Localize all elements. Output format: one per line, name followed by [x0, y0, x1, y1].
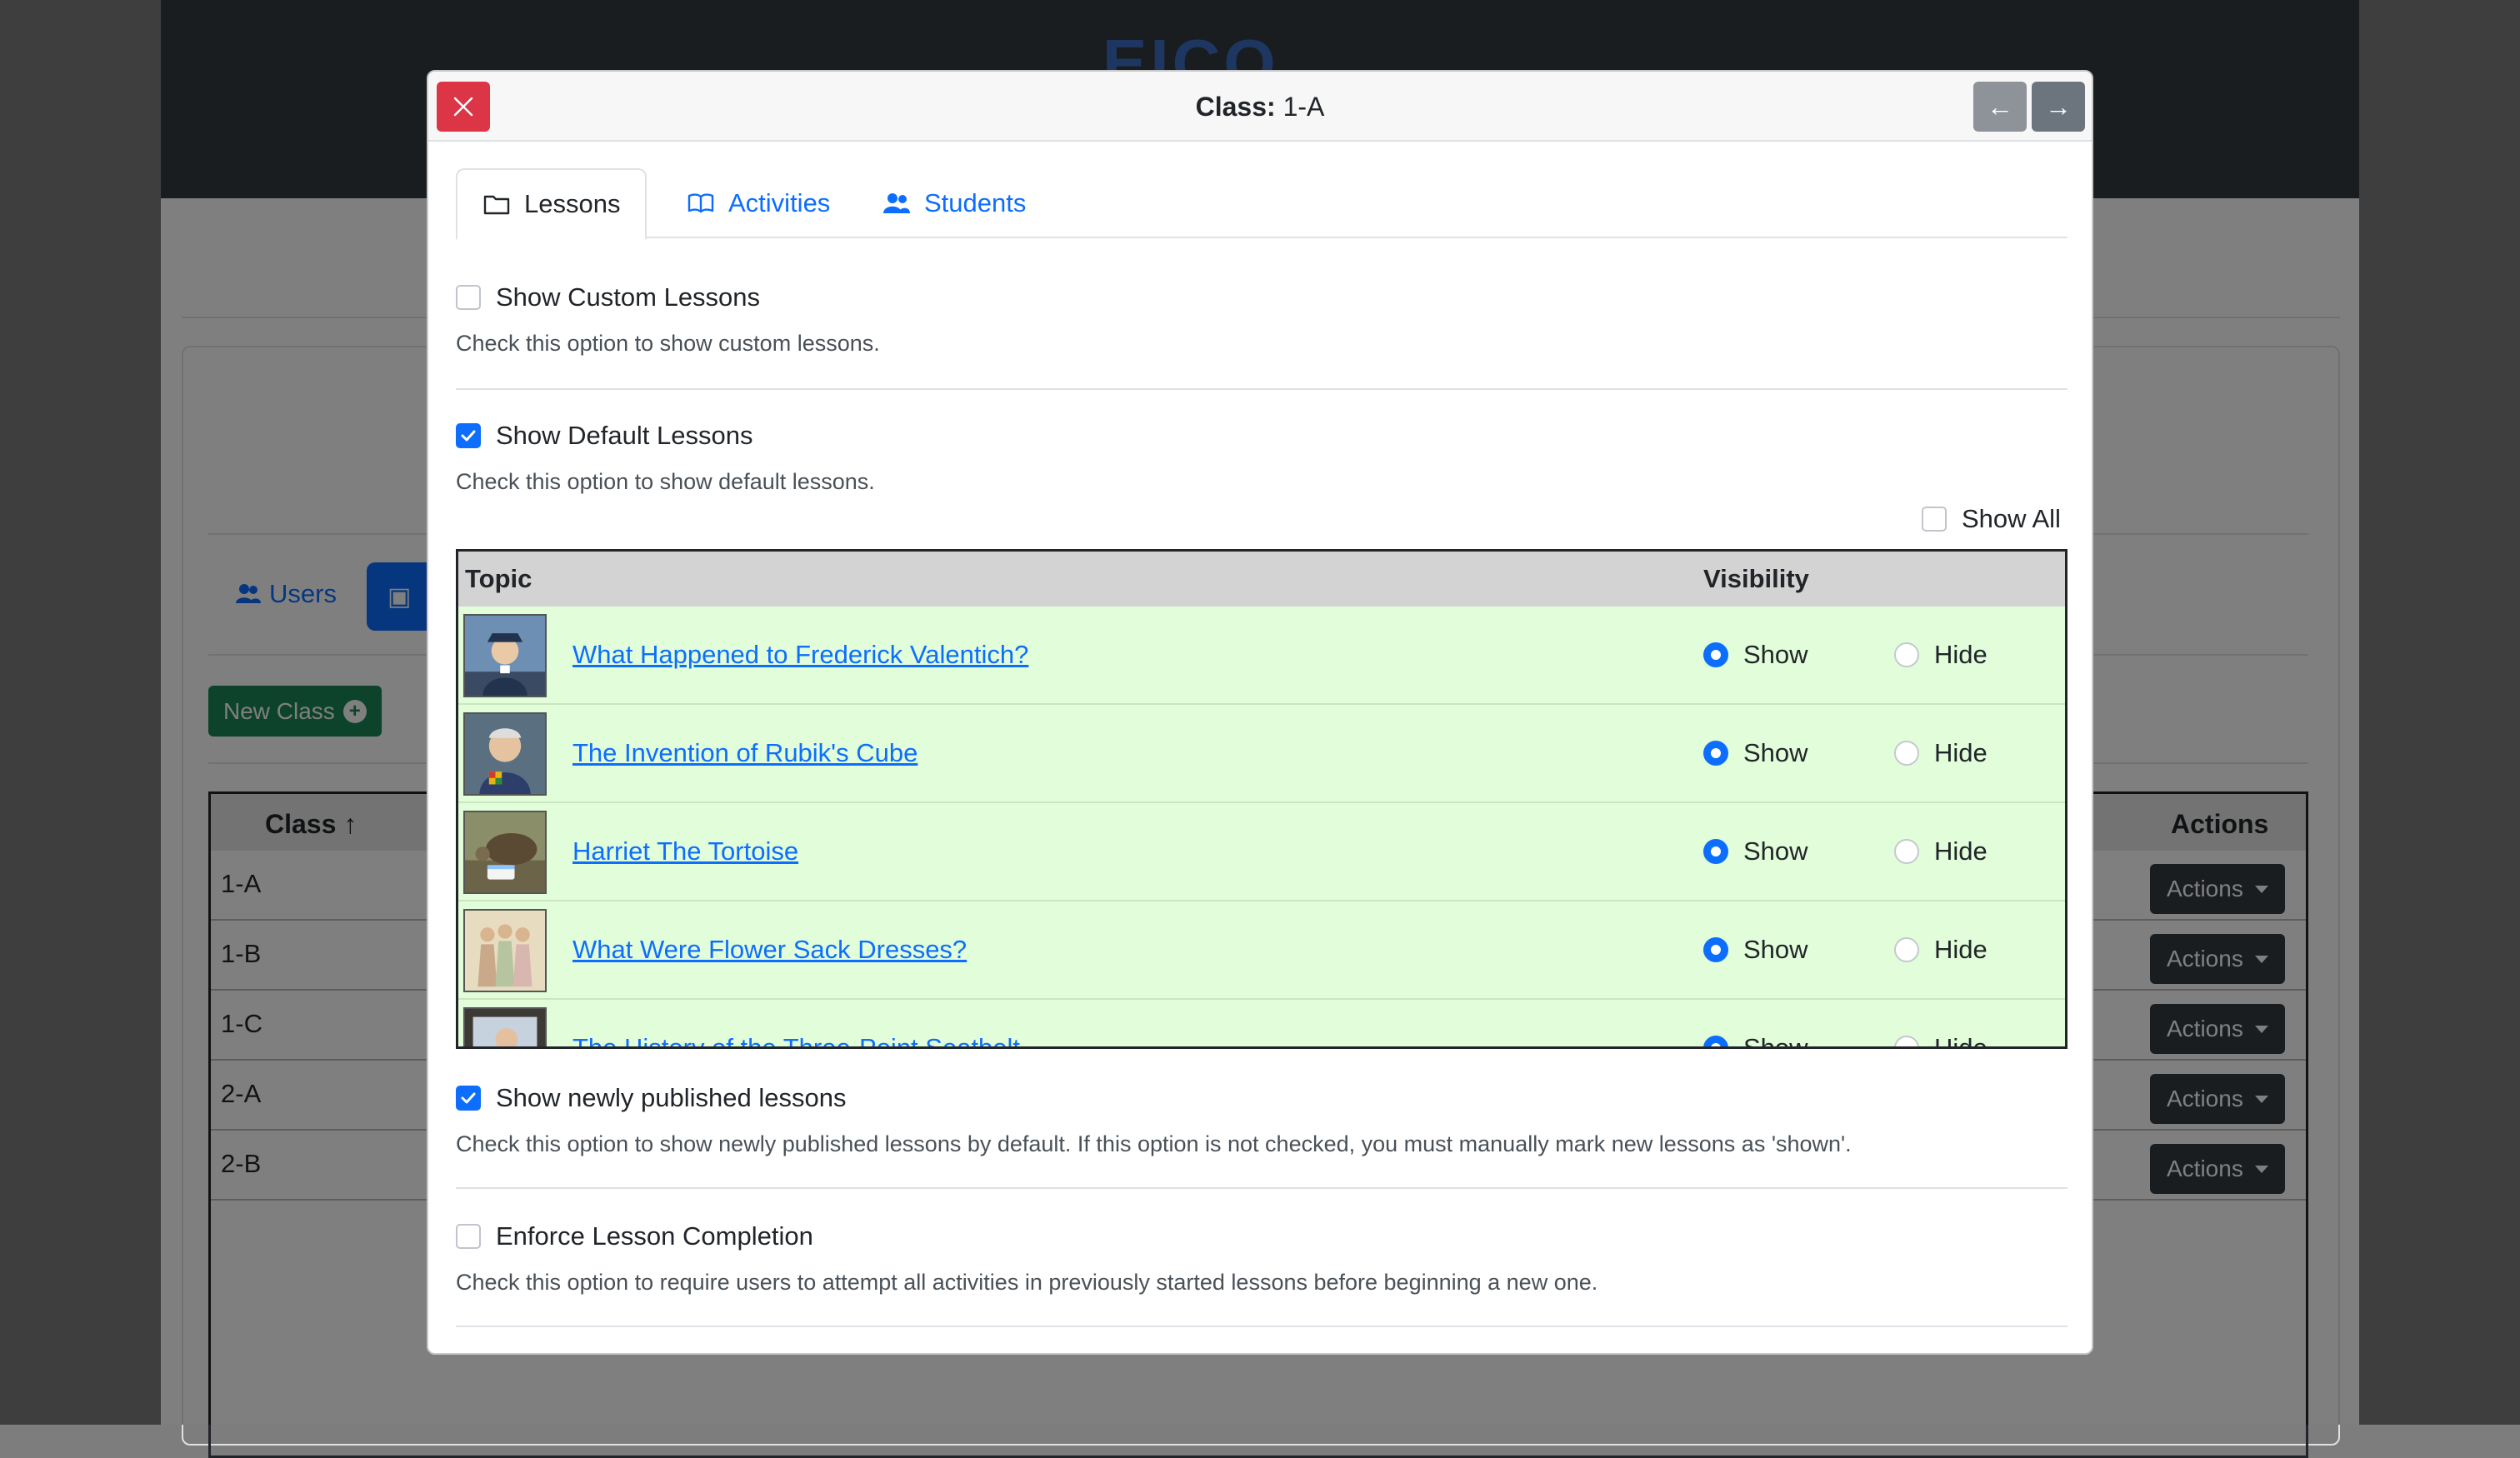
custom-lessons-help: Check this option to show custom lessons…	[456, 331, 880, 356]
book-open-icon	[688, 193, 714, 213]
lesson-row: The Invention of Rubik's Cube Show Hide	[458, 705, 2065, 803]
lesson-thumbnail	[463, 1007, 547, 1046]
visibility-column-header: Visibility	[1703, 564, 1809, 593]
modal-tabs: Lessons Activities Students	[456, 168, 2068, 240]
show-radio-option[interactable]: Show	[1703, 935, 1808, 965]
show-radio[interactable]	[1703, 839, 1728, 864]
default-lessons-checkbox[interactable]	[456, 423, 481, 448]
tab-activities[interactable]: Activities	[687, 168, 830, 238]
lesson-row: Harriet The Tortoise Show Hide	[458, 803, 2065, 901]
show-radio-label[interactable]: Show	[1743, 836, 1808, 866]
lesson-link[interactable]: The Invention of Rubik's Cube	[572, 738, 918, 768]
newly-published-checkbox[interactable]	[456, 1086, 481, 1111]
enforce-completion-help: Check this option to require users to at…	[456, 1270, 1598, 1295]
modal-title-prefix: Class:	[1195, 92, 1276, 122]
hide-radio-option[interactable]: Hide	[1894, 738, 1988, 768]
tab-lessons-label: Lessons	[524, 189, 621, 218]
divider	[456, 388, 2068, 390]
hide-radio-label[interactable]: Hide	[1934, 836, 1988, 866]
hide-radio[interactable]	[1894, 741, 1919, 766]
hide-radio[interactable]	[1894, 642, 1919, 667]
show-radio[interactable]	[1703, 741, 1728, 766]
hide-radio-option[interactable]: Hide	[1894, 836, 1988, 866]
hide-radio-option[interactable]: Hide	[1894, 935, 1988, 965]
lesson-row: The History of the Three-Point Seatbelt …	[458, 1000, 2065, 1046]
lesson-thumbnail	[463, 614, 547, 697]
lesson-thumbnail	[463, 909, 547, 992]
custom-lessons-checkbox[interactable]	[456, 285, 481, 310]
topic-column-header: Topic	[465, 564, 532, 593]
show-radio-option[interactable]: Show	[1703, 836, 1808, 866]
hide-radio[interactable]	[1894, 937, 1919, 962]
hide-radio-label[interactable]: Hide	[1934, 738, 1988, 768]
lessons-table-header: Topic Visibility	[458, 552, 2065, 607]
hide-radio[interactable]	[1894, 1036, 1919, 1046]
divider	[456, 1326, 2068, 1327]
hide-radio-label[interactable]: Hide	[1934, 935, 1988, 965]
tab-lessons[interactable]: Lessons	[456, 168, 648, 240]
show-radio-label[interactable]: Show	[1743, 738, 1808, 768]
divider	[456, 1187, 2068, 1189]
checkmark-icon	[461, 430, 476, 442]
default-lessons-label[interactable]: Show Default Lessons	[496, 421, 752, 451]
custom-lessons-label[interactable]: Show Custom Lessons	[496, 282, 760, 312]
modal-title: Class: 1-A	[428, 92, 2092, 122]
lesson-row: What Happened to Frederick Valentich? Sh…	[458, 607, 2065, 705]
newly-published-option: Show newly published lessons	[456, 1083, 846, 1113]
lesson-thumbnail	[463, 811, 547, 894]
hide-radio-option[interactable]: Hide	[1894, 1033, 1988, 1046]
lesson-link[interactable]: What Happened to Frederick Valentich?	[572, 640, 1028, 670]
hide-radio-option[interactable]: Hide	[1894, 640, 1988, 670]
custom-lessons-option: Show Custom Lessons	[456, 282, 760, 312]
show-radio-label[interactable]: Show	[1743, 1033, 1808, 1046]
checkmark-icon	[461, 1092, 476, 1104]
modal-header: Class: 1-A ← →	[428, 72, 2092, 142]
show-radio-label[interactable]: Show	[1743, 640, 1808, 670]
folder-icon	[483, 195, 510, 215]
enforce-completion-label[interactable]: Enforce Lesson Completion	[496, 1221, 813, 1251]
tab-students-label: Students	[924, 188, 1027, 217]
newly-published-help: Check this option to show newly publishe…	[456, 1131, 1852, 1156]
show-radio[interactable]	[1703, 937, 1728, 962]
hide-radio[interactable]	[1894, 839, 1919, 864]
newly-published-label[interactable]: Show newly published lessons	[496, 1083, 846, 1113]
hide-radio-label[interactable]: Hide	[1934, 640, 1988, 670]
default-lessons-option: Show Default Lessons	[456, 421, 752, 451]
modal-title-value: 1-A	[1282, 92, 1325, 122]
lessons-table[interactable]: Topic Visibility What Happened to Freder…	[456, 549, 2068, 1049]
arrow-left-icon: ←	[1987, 91, 2013, 122]
users-icon	[883, 193, 910, 213]
arrow-right-icon: →	[2045, 91, 2072, 122]
default-lessons-help: Check this option to show default lesson…	[456, 469, 875, 494]
next-class-button[interactable]: →	[2032, 82, 2085, 132]
show-all-option: Show All	[1922, 504, 2061, 534]
lesson-link[interactable]: The History of the Three-Point Seatbelt	[572, 1033, 1020, 1046]
lesson-row: What Were Flower Sack Dresses? Show Hide	[458, 901, 2065, 1000]
show-radio-option[interactable]: Show	[1703, 640, 1808, 670]
lesson-link[interactable]: Harriet The Tortoise	[572, 836, 798, 866]
show-radio-option[interactable]: Show	[1703, 1033, 1808, 1046]
show-all-checkbox[interactable]	[1922, 507, 1947, 532]
enforce-completion-checkbox[interactable]	[456, 1224, 481, 1249]
class-modal: Class: 1-A ← → Lessons Activities Studen…	[427, 70, 2093, 1355]
show-radio-label[interactable]: Show	[1743, 935, 1808, 965]
previous-class-button[interactable]: ←	[1973, 82, 2027, 132]
enforce-completion-option: Enforce Lesson Completion	[456, 1221, 813, 1251]
lesson-link[interactable]: What Were Flower Sack Dresses?	[572, 935, 967, 965]
tab-students[interactable]: Students	[882, 168, 1026, 238]
show-radio[interactable]	[1703, 642, 1728, 667]
lesson-thumbnail	[463, 712, 547, 796]
show-all-label[interactable]: Show All	[1962, 504, 2061, 534]
tab-activities-label: Activities	[728, 188, 831, 217]
show-radio-option[interactable]: Show	[1703, 738, 1808, 768]
hide-radio-label[interactable]: Hide	[1934, 1033, 1988, 1046]
show-radio[interactable]	[1703, 1036, 1728, 1046]
